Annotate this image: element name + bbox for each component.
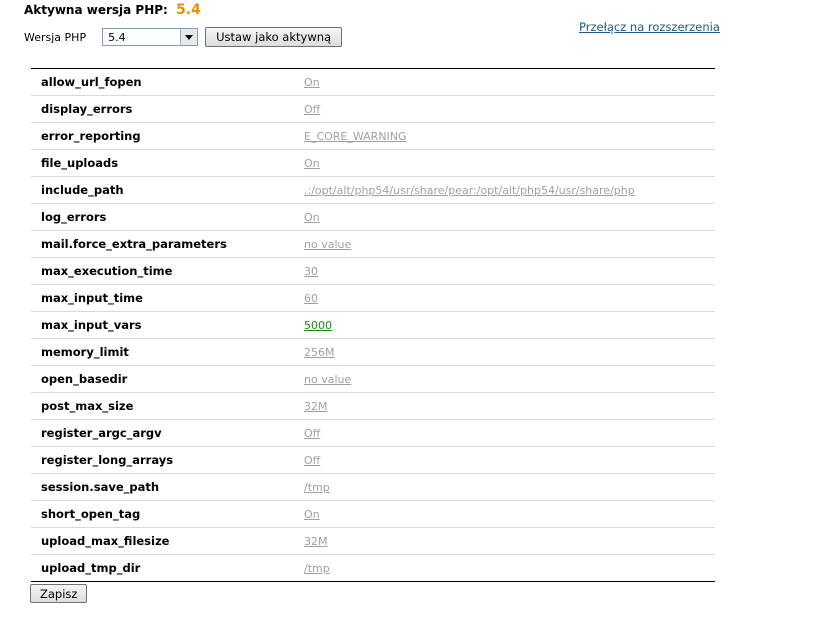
- table-row: upload_tmp_dir/tmp: [31, 555, 715, 582]
- setting-name: open_basedir: [31, 365, 304, 393]
- table-row: max_execution_time 30: [31, 257, 715, 285]
- setting-value-link[interactable]: no value: [304, 238, 351, 251]
- setting-value-link[interactable]: no value: [304, 373, 351, 386]
- table-row: short_open_tag On: [31, 500, 715, 528]
- setting-value-cell: 60: [304, 284, 715, 312]
- setting-value-link[interactable]: 256M: [304, 346, 335, 359]
- setting-value-link[interactable]: On: [304, 157, 320, 170]
- chevron-down-icon[interactable]: [180, 29, 198, 45]
- setting-value-link[interactable]: On: [304, 211, 320, 224]
- setting-value-cell: no value: [304, 230, 715, 258]
- table-row: memory_limit 256M: [31, 338, 715, 366]
- setting-value-cell: /tmp: [304, 555, 715, 582]
- php-version-label: Wersja PHP: [24, 30, 87, 44]
- setting-name: memory_limit: [31, 338, 304, 366]
- setting-name: mail.force_extra_parameters: [31, 230, 304, 258]
- setting-value-cell: E_CORE_WARNING: [304, 122, 715, 150]
- setting-value-link[interactable]: /tmp: [304, 481, 330, 494]
- setting-value-cell: .:/opt/alt/php54/usr/share/pear:/opt/alt…: [304, 176, 715, 204]
- table-row: register_long_arrays Off: [31, 446, 715, 474]
- setting-value-cell: On: [304, 149, 715, 177]
- setting-name: register_argc_argv: [31, 419, 304, 447]
- table-row: mail.force_extra_parameters no value: [31, 230, 715, 258]
- setting-value-cell: Off: [304, 419, 715, 447]
- setting-value-link[interactable]: /tmp: [304, 562, 330, 575]
- table-row: display_errors Off: [31, 95, 715, 123]
- setting-name: include_path: [31, 176, 304, 204]
- table-row: file_uploads On: [31, 149, 715, 177]
- setting-name: file_uploads: [31, 149, 304, 177]
- table-row: register_argc_argv Off: [31, 419, 715, 447]
- setting-value-cell: On: [304, 203, 715, 231]
- setting-name: display_errors: [31, 95, 304, 123]
- setting-name: session.save_path: [31, 473, 304, 501]
- setting-name: log_errors: [31, 203, 304, 231]
- active-version-value: 5.4: [176, 2, 201, 18]
- setting-value-cell: no value: [304, 365, 715, 393]
- version-selector-row: Wersja PHP 5.4 Ustaw jako aktywną: [24, 27, 343, 47]
- table-row: upload_max_filesize 32M: [31, 527, 715, 555]
- php-settings-table: allow_url_fopen On display_errors Off error_…: [31, 68, 715, 582]
- setting-name: allow_url_fopen: [31, 68, 304, 96]
- setting-value-cell: Off: [304, 446, 715, 474]
- setting-value-cell: 32M: [304, 527, 715, 555]
- setting-name: upload_tmp_dir: [41, 561, 141, 575]
- setting-value-link[interactable]: 60: [304, 292, 318, 305]
- setting-value-cell: On: [304, 500, 715, 528]
- php-version-select[interactable]: 5.4: [102, 28, 199, 46]
- table-row: max_input_time 60: [31, 284, 715, 312]
- save-button[interactable]: Zapisz: [30, 584, 88, 603]
- setting-value-cell: On: [304, 68, 715, 96]
- setting-name: post_max_size: [31, 392, 304, 420]
- setting-value-link[interactable]: .:/opt/alt/php54/usr/share/pear:/opt/alt…: [304, 184, 635, 197]
- table-row: log_errors On: [31, 203, 715, 231]
- table-row: include_path .:/opt/alt/php54/usr/share/p…: [31, 176, 715, 204]
- setting-name: max_input_vars: [31, 311, 304, 339]
- setting-value-link[interactable]: Off: [304, 427, 320, 440]
- table-row: allow_url_fopen On: [31, 68, 715, 96]
- php-version-selected: 5.4: [108, 30, 126, 44]
- active-version-label: Aktywna wersja PHP:: [24, 3, 168, 17]
- setting-value-link[interactable]: 32M: [304, 400, 328, 413]
- setting-value-cell: /tmp: [304, 473, 715, 501]
- setting-value-link[interactable]: Off: [304, 454, 320, 467]
- setting-name: max_execution_time: [31, 257, 304, 285]
- setting-value-link[interactable]: 30: [304, 265, 318, 278]
- setting-value-cell: 256M: [304, 338, 715, 366]
- setting-name: error_reporting: [31, 122, 304, 150]
- set-active-button[interactable]: Ustaw jako aktywną: [205, 27, 343, 47]
- setting-value-cell: 5000: [304, 311, 715, 339]
- setting-name: max_input_time: [31, 284, 304, 312]
- setting-value-cell: 32M: [304, 392, 715, 420]
- setting-value-link[interactable]: Off: [304, 103, 320, 116]
- setting-value-link[interactable]: On: [304, 508, 320, 521]
- table-row: session.save_path/tmp: [31, 473, 715, 501]
- setting-value-link[interactable]: On: [304, 76, 320, 89]
- setting-name: register_long_arrays: [31, 446, 304, 474]
- table-row: error_reporting E_CORE_WARNING: [31, 122, 715, 150]
- table-row: max_input_vars 5000: [31, 311, 715, 339]
- table-row: open_basedir no value: [31, 365, 715, 393]
- switch-to-extensions-link[interactable]: Przełącz na rozszerzenia: [579, 20, 720, 34]
- setting-value-link[interactable]: 5000: [304, 319, 332, 332]
- setting-name: upload_max_filesize: [31, 527, 304, 555]
- setting-value-cell: 30: [304, 257, 715, 285]
- active-version-heading: Aktywna wersja PHP: 5.4: [24, 2, 201, 18]
- setting-value-link[interactable]: 32M: [304, 535, 328, 548]
- setting-value-link[interactable]: E_CORE_WARNING: [304, 130, 407, 143]
- table-row: post_max_size 32M: [31, 392, 715, 420]
- setting-value-cell: Off: [304, 95, 715, 123]
- setting-name: short_open_tag: [31, 500, 304, 528]
